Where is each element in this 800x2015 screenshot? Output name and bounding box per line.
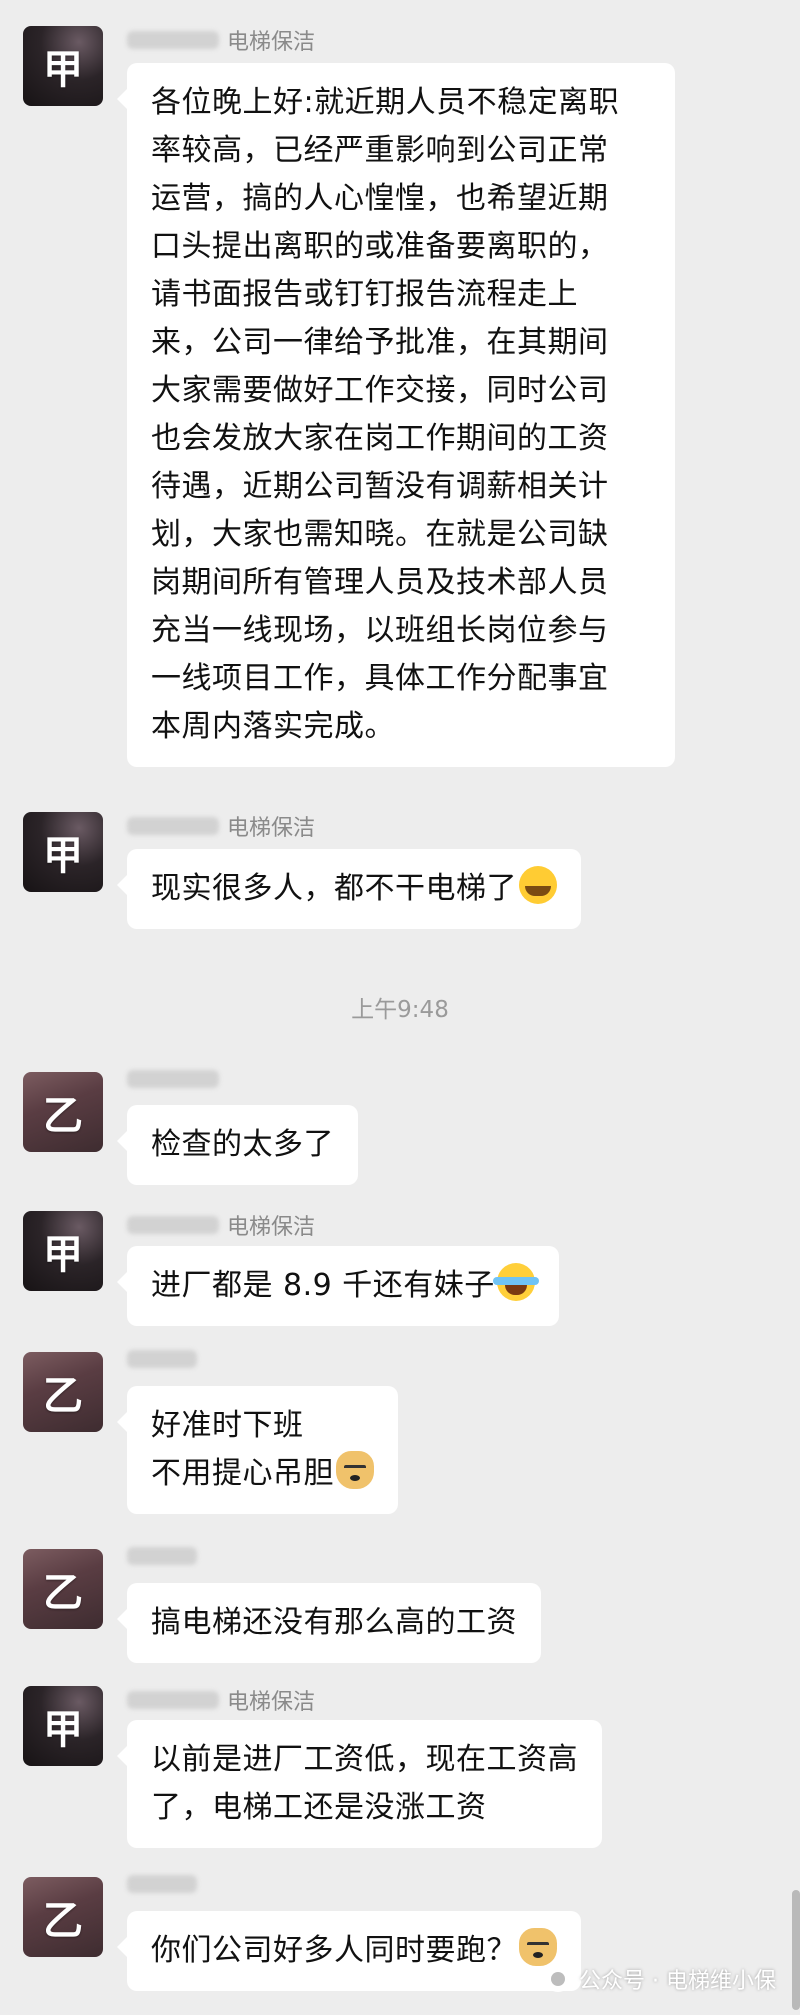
sender-name: 电梯保洁 [127,810,315,842]
sender-name [127,1350,205,1368]
blurred-name-icon [127,1875,197,1893]
message-bubble[interactable]: 搞电梯还没有那么高的工资 [117,1583,541,1663]
laugh-emoji-icon [492,1263,539,1301]
avatar-jia[interactable]: 甲 [23,26,103,106]
avatar-yi[interactable]: 乙 [23,1549,103,1629]
blurred-name-icon [127,1216,219,1234]
sender-name [127,1547,205,1565]
sender-name: 电梯保洁 [127,1209,315,1241]
sender-name [127,1875,205,1893]
sender-name: 电梯保洁 [127,1684,315,1716]
message-bubble[interactable]: 各位晚上好:就近期人员不稳定离职 率较高，已经严重影响到公司正常 运营，搞的人心… [117,63,675,767]
sender-name: 电梯保洁 [127,24,315,56]
avatar-yi[interactable]: 乙 [23,1877,103,1957]
message-bubble[interactable]: 现实很多人，都不干电梯了 [117,849,581,929]
blurred-name-icon [127,817,219,835]
scrollbar[interactable] [792,1890,800,2010]
avatar-jia[interactable]: 甲 [23,812,103,892]
message-bubble[interactable]: 好准时下班 不用提心吊胆 [117,1386,398,1514]
doge-emoji-icon [336,1451,374,1489]
sender-name [127,1070,227,1088]
message-bubble[interactable]: 进厂都是 8.9 千还有妹子 [117,1246,559,1326]
message-bubble[interactable]: 以前是进厂工资低，现在工资高 了，电梯工还是没涨工资 [117,1720,602,1848]
blurred-name-icon [127,1547,197,1565]
blurred-name-icon [127,1070,219,1088]
watermark-text: 公众号 · 电梯维小保 [579,1969,776,1994]
timestamp: 上午9:48 [351,997,449,1023]
chat-screen: { "messages": [ {"avatar":"甲","sender":"… [0,0,800,2015]
avatar-yi[interactable]: 乙 [23,1352,103,1432]
message-bubble[interactable]: 检查的太多了 [117,1105,358,1185]
doge-emoji-icon [519,1928,557,1966]
avatar-yi[interactable]: 乙 [23,1072,103,1152]
watermark: 公众号 · 电梯维小保 [545,1963,776,1995]
avatar-jia[interactable]: 甲 [23,1686,103,1766]
blurred-name-icon [127,31,219,49]
wechat-logo-icon [545,1966,572,1992]
blurred-name-icon [127,1350,197,1368]
avatar-jia[interactable]: 甲 [23,1211,103,1291]
blurred-name-icon [127,1691,219,1709]
cry-emoji-icon [519,866,557,904]
message-bubble[interactable]: 你们公司好多人同时要跑？ [117,1911,581,1991]
